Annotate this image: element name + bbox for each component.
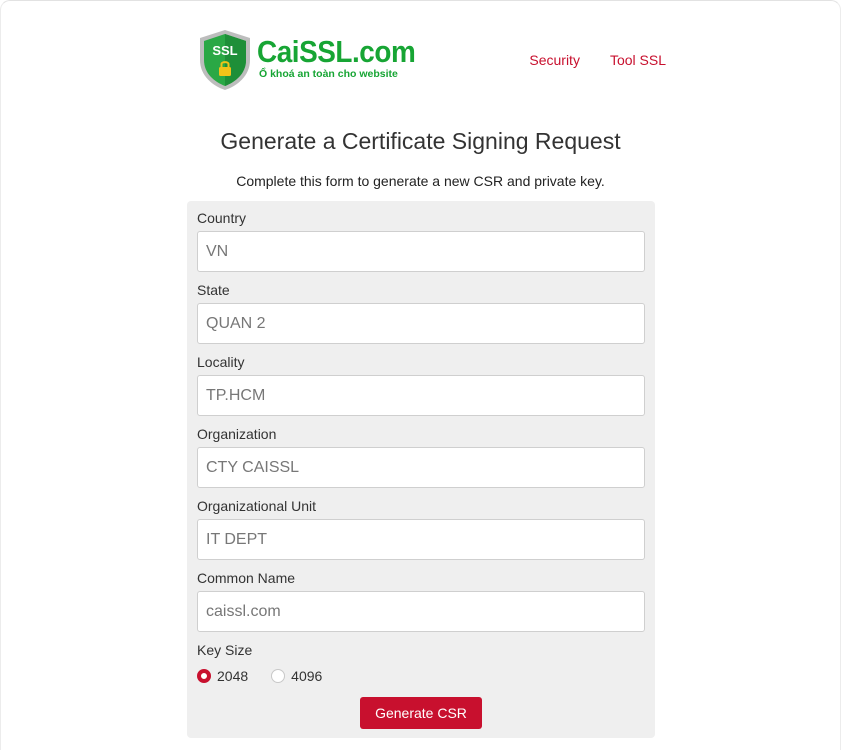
csr-form: Country State Locality Organization Orga… xyxy=(187,201,655,738)
locality-label: Locality xyxy=(197,354,245,370)
shield-lock-icon: SSL xyxy=(200,30,250,90)
key-size-option-4096[interactable]: 4096 xyxy=(271,668,322,684)
country-label: Country xyxy=(197,210,247,226)
page-title: Generate a Certificate Signing Request xyxy=(220,128,621,154)
state-input[interactable] xyxy=(197,303,645,344)
common-name-input[interactable] xyxy=(197,591,645,632)
state-label: State xyxy=(197,282,230,298)
radio-4096[interactable] xyxy=(271,669,286,683)
nav-link-security[interactable]: Security xyxy=(529,52,580,68)
top-nav: Security Tool SSL xyxy=(499,52,666,68)
key-size-options: 2048 4096 xyxy=(197,668,345,684)
country-input[interactable] xyxy=(197,231,645,272)
brand-name: CaiSSL.com xyxy=(257,34,416,69)
organization-input[interactable] xyxy=(197,447,645,488)
nav-link-tool-ssl[interactable]: Tool SSL xyxy=(610,52,666,68)
key-size-label: Key Size xyxy=(197,642,253,658)
key-size-option-2048[interactable]: 2048 xyxy=(197,668,248,684)
page-subtitle: Complete this form to generate a new CSR… xyxy=(236,173,605,189)
radio-4096-label: 4096 xyxy=(291,668,323,684)
shield-text: SSL xyxy=(212,43,237,58)
brand-text: CaiSSL.com Ổ khoá an toàn cho website xyxy=(257,34,433,81)
organization-label: Organization xyxy=(197,426,277,442)
organizational-unit-input[interactable] xyxy=(197,519,645,560)
brand-tagline: Ổ khoá an toàn cho website xyxy=(259,68,398,80)
radio-2048-label: 2048 xyxy=(217,668,249,684)
radio-2048[interactable] xyxy=(197,669,211,683)
site-logo[interactable]: SSL CaiSSL.com Ổ khoá an toàn cho websit… xyxy=(197,27,433,93)
common-name-label: Common Name xyxy=(197,570,296,586)
organizational-unit-label: Organizational Unit xyxy=(197,498,317,514)
locality-input[interactable] xyxy=(197,375,645,416)
generate-csr-button[interactable]: Generate CSR xyxy=(360,697,482,729)
